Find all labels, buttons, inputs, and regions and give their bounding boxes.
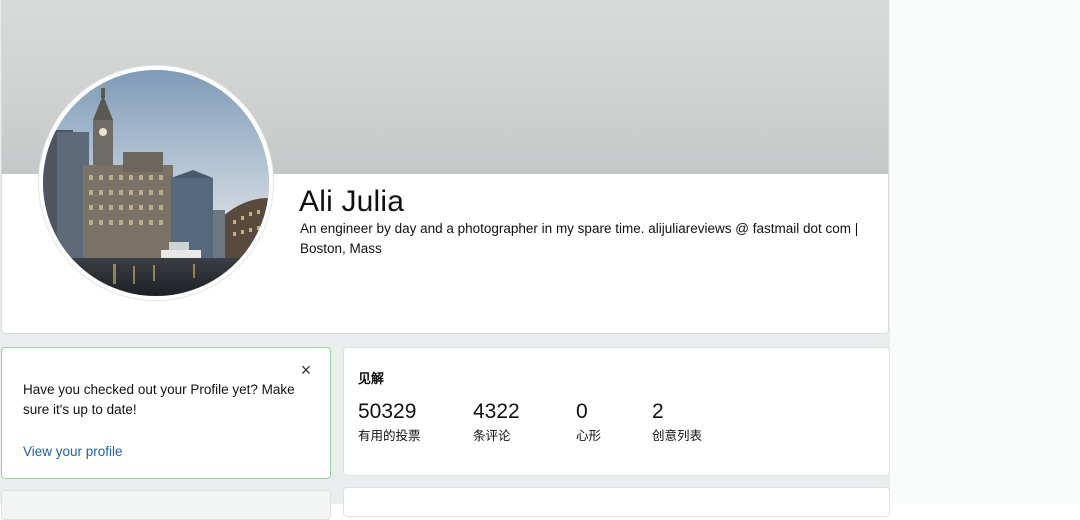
stat-label: 有用的投票 bbox=[358, 429, 421, 443]
profile-reminder-text: Have you checked out your Profile yet? M… bbox=[23, 382, 295, 417]
lower-left-card bbox=[1, 490, 331, 520]
profile-bio: An engineer by day and a photographer in… bbox=[300, 221, 859, 256]
right-margin-area bbox=[890, 0, 1080, 504]
stat-value: 50329 bbox=[358, 400, 417, 423]
stat-value: 4322 bbox=[473, 400, 520, 423]
insights-title: 见解 bbox=[358, 371, 385, 386]
stat-label: 创意列表 bbox=[652, 429, 703, 443]
close-icon[interactable]: × bbox=[298, 361, 314, 379]
stat-value: 0 bbox=[576, 400, 588, 423]
profile-reminder-card: × Have you checked out your Profile yet?… bbox=[1, 347, 331, 479]
profile-avatar[interactable] bbox=[39, 66, 273, 300]
insights-card: 见解 50329 有用的投票 4322 条评论 0 心形 2 创意列表 bbox=[343, 347, 890, 476]
avatar-photo bbox=[43, 70, 269, 296]
profile-name: Ali Julia bbox=[299, 185, 405, 218]
stat-label: 心形 bbox=[576, 429, 602, 443]
stat-value: 2 bbox=[652, 400, 664, 423]
lower-right-card bbox=[343, 487, 890, 517]
stat-reviews: 4322 条评论 bbox=[473, 400, 520, 444]
stat-helpful-votes: 50329 有用的投票 bbox=[358, 400, 421, 444]
stat-label: 条评论 bbox=[473, 429, 511, 443]
stat-idea-lists: 2 创意列表 bbox=[652, 400, 702, 444]
view-profile-link[interactable]: View your profile bbox=[23, 444, 123, 459]
stat-hearts: 0 心形 bbox=[576, 400, 601, 444]
